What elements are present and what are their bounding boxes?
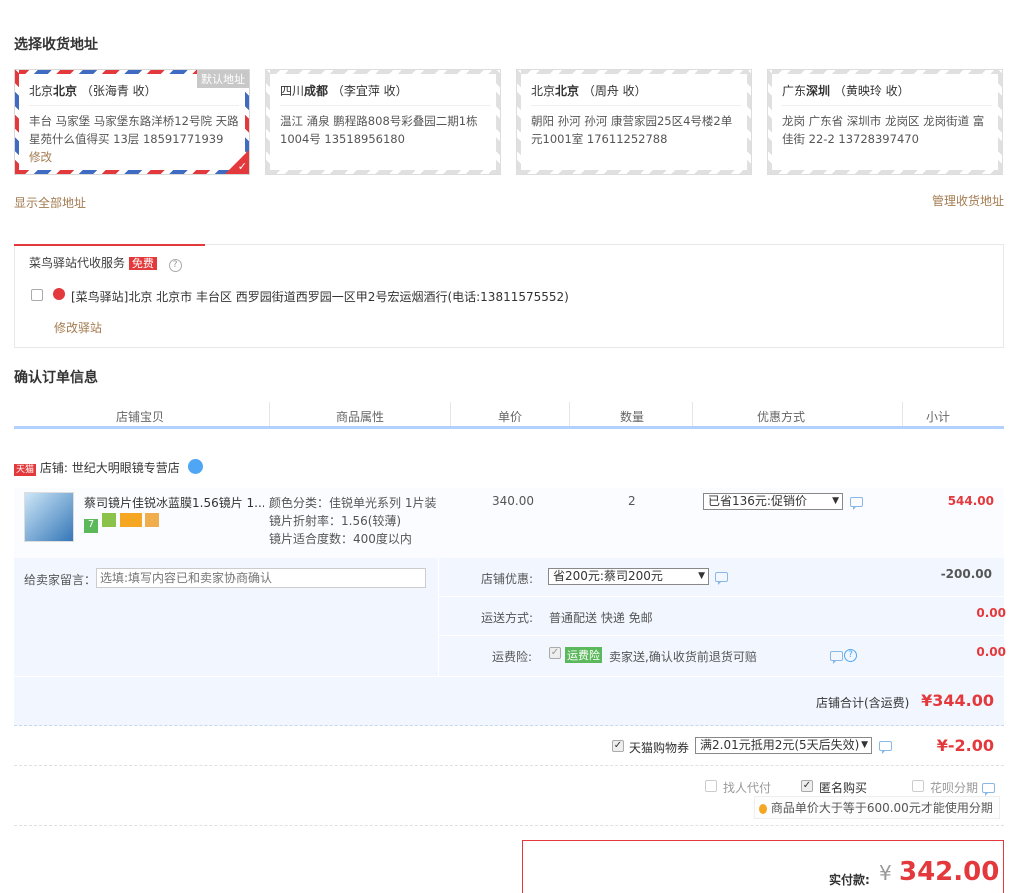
chat-icon[interactable]	[830, 651, 843, 664]
credit-card-icon	[119, 513, 142, 527]
order-table-header: 店铺宝贝 商品属性 单价 数量 优惠方式 小计	[14, 402, 1004, 429]
col-discount: 优惠方式	[757, 410, 806, 424]
pay-for-me-checkbox[interactable]	[705, 780, 717, 792]
installment-icon	[145, 513, 160, 527]
manage-addresses-link[interactable]: 管理收货地址	[932, 192, 1004, 209]
address-detail: 朝阳 孙河 孙河 康营家园25区4号楼2单元1001室 17611252788	[531, 114, 733, 146]
shop-discount-label: 店铺优惠:	[481, 572, 534, 586]
currency-symbol: ¥	[879, 861, 892, 885]
pay-for-me-label: 找人代付	[723, 781, 772, 795]
address-detail: 龙岗 广东省 深圳市 龙岗区 龙岗街道 富佳街 22-2 13728397470	[782, 114, 985, 146]
insurance-tag: 运费险	[565, 647, 602, 663]
address-detail: 温江 涌泉 鹏程路808号彩叠园二期1栋1004号 13518956180	[280, 114, 478, 146]
shipping-method: 普通配送 快递 免邮	[549, 611, 653, 625]
free-badge: 免费	[128, 257, 157, 270]
chat-icon[interactable]	[879, 741, 892, 754]
address-card-2[interactable]: 四川成都 （李宜萍 收） 温江 涌泉 鹏程路808号彩叠园二期1栋1004号 1…	[265, 69, 501, 175]
help-icon[interactable]: ?	[168, 259, 182, 272]
product-attributes: 颜色分类：佳锐单光系列 1片装 镜片折射率：1.56(较薄) 镜片适合度数：40…	[269, 496, 437, 546]
coupon-select[interactable]: 满2.01元抵用2元(5天后失效) ▼	[695, 737, 872, 754]
order-item-row: 蔡司镜片佳锐冰蓝膜1.56镜片 1... 7 颜色分类：佳锐单光系列 1片装 镜…	[14, 488, 1004, 558]
show-all-addresses-link[interactable]: 显示全部地址	[14, 194, 86, 211]
anonymous-checkbox[interactable]: ✓	[801, 780, 813, 792]
insurance-label: 运费险:	[492, 650, 533, 664]
final-label: 实付款:	[829, 873, 870, 887]
shipping-label: 运送方式:	[481, 611, 534, 625]
seven-day-return-icon: 7	[84, 519, 98, 533]
checkmark-icon: ✓	[237, 160, 247, 173]
cainiao-service-box: 菜鸟驿站代收服务 免费 ? [菜鸟驿站]北京 北京市 丰台区 西罗园街道西罗园一…	[14, 244, 1004, 348]
col-subtotal: 小计	[926, 410, 951, 424]
address-card-4[interactable]: 广东深圳 （黄映玲 收） 龙岗 广东省 深圳市 龙岗区 龙岗街道 富佳街 22-…	[767, 69, 1003, 175]
address-detail: 丰台 马家堡 马家堡东路洋桥12号院 天路星苑什么值得买 13层 1859177…	[29, 114, 239, 164]
order-section-title: 确认订单信息	[14, 370, 98, 386]
coupon-amount: ¥-2.00	[936, 736, 994, 755]
tmall-tag: 天猫	[14, 464, 37, 476]
col-price: 单价	[498, 410, 523, 424]
cainiao-title: 菜鸟驿站代收服务 免费 ?	[29, 254, 182, 272]
shop-total-amount: ¥344.00	[921, 691, 994, 710]
final-payment-box: 实付款: ¥ 342.00	[522, 840, 1004, 893]
shop-discount-select[interactable]: 省200元:蔡司200元 ▼	[548, 568, 709, 585]
help-icon[interactable]: ?	[844, 649, 857, 662]
coupon-label: 天猫购物券	[629, 741, 690, 755]
final-amount: 342.00	[899, 857, 1000, 887]
cainiao-checkbox[interactable]	[31, 289, 43, 301]
cainiao-logo-icon	[53, 288, 65, 300]
shop-discount-amount: -200.00	[940, 567, 992, 581]
shop-total-label: 店铺合计(含运费)	[816, 696, 910, 710]
address-header: 四川成都 （李宜萍 收）	[280, 82, 490, 106]
seller-message-input[interactable]	[96, 568, 426, 588]
lightbulb-icon	[759, 803, 767, 814]
quantity: 2	[628, 494, 636, 508]
item-discount-select[interactable]: 已省136元:促销价 ▼	[703, 493, 843, 510]
modify-station-link[interactable]: 修改驿站	[54, 319, 102, 336]
shop-name[interactable]: 店铺: 世纪大明眼镜专营店	[40, 461, 180, 475]
unit-price: 340.00	[492, 494, 534, 508]
coupon-checkbox[interactable]: ✓	[612, 740, 624, 752]
col-shop-item: 店铺宝贝	[116, 410, 165, 424]
address-header: 广东深圳 （黄映玲 收）	[782, 82, 992, 106]
wangwang-chat-icon[interactable]	[187, 459, 203, 474]
product-name-link[interactable]: 蔡司镜片佳锐冰蓝膜1.56镜片 1...	[84, 494, 264, 511]
installment-tooltip: 商品单价大于等于600.00元才能使用分期	[754, 796, 1000, 819]
item-subtotal: 544.00	[947, 494, 994, 508]
insurance-amount: 0.00	[976, 645, 1006, 659]
installment-checkbox[interactable]	[912, 780, 924, 792]
shipping-amount: 0.00	[976, 606, 1006, 620]
address-card-1[interactable]: 默认地址 北京北京 （张海青 收） 丰台 马家堡 马家堡东路洋桥12号院 天路星…	[14, 69, 250, 175]
address-card-3[interactable]: 北京北京 （周舟 收） 朝阳 孙河 孙河 康营家园25区4号楼2单元1001室 …	[516, 69, 752, 175]
col-attributes: 商品属性	[336, 410, 385, 424]
product-thumbnail[interactable]	[24, 492, 74, 542]
message-label: 给卖家留言：	[24, 573, 97, 587]
chat-icon[interactable]	[982, 783, 995, 796]
guarantee-icon	[101, 513, 116, 527]
chat-icon[interactable]	[850, 497, 863, 510]
cainiao-station-address: [菜鸟驿站]北京 北京市 丰台区 西罗园街道西罗园一区甲2号宏运烟酒行(电话:1…	[71, 290, 569, 304]
installment-label: 花呗分期	[930, 781, 979, 795]
insurance-checkbox: ✓	[549, 647, 561, 659]
edit-address-link[interactable]: 修改	[29, 150, 52, 164]
chat-icon[interactable]	[715, 572, 728, 585]
address-header: 北京北京 （周舟 收）	[531, 82, 741, 106]
address-section-title: 选择收货地址	[14, 37, 98, 53]
address-header: 北京北京 （张海青 收）	[29, 82, 239, 106]
shop-line: 天猫 店铺: 世纪大明眼镜专营店	[14, 459, 203, 476]
anonymous-label: 匿名购买	[819, 781, 868, 795]
service-icons: 7	[84, 513, 160, 533]
insurance-description: 卖家送,确认收货前退货可赔	[609, 650, 757, 664]
col-qty: 数量	[620, 410, 645, 424]
